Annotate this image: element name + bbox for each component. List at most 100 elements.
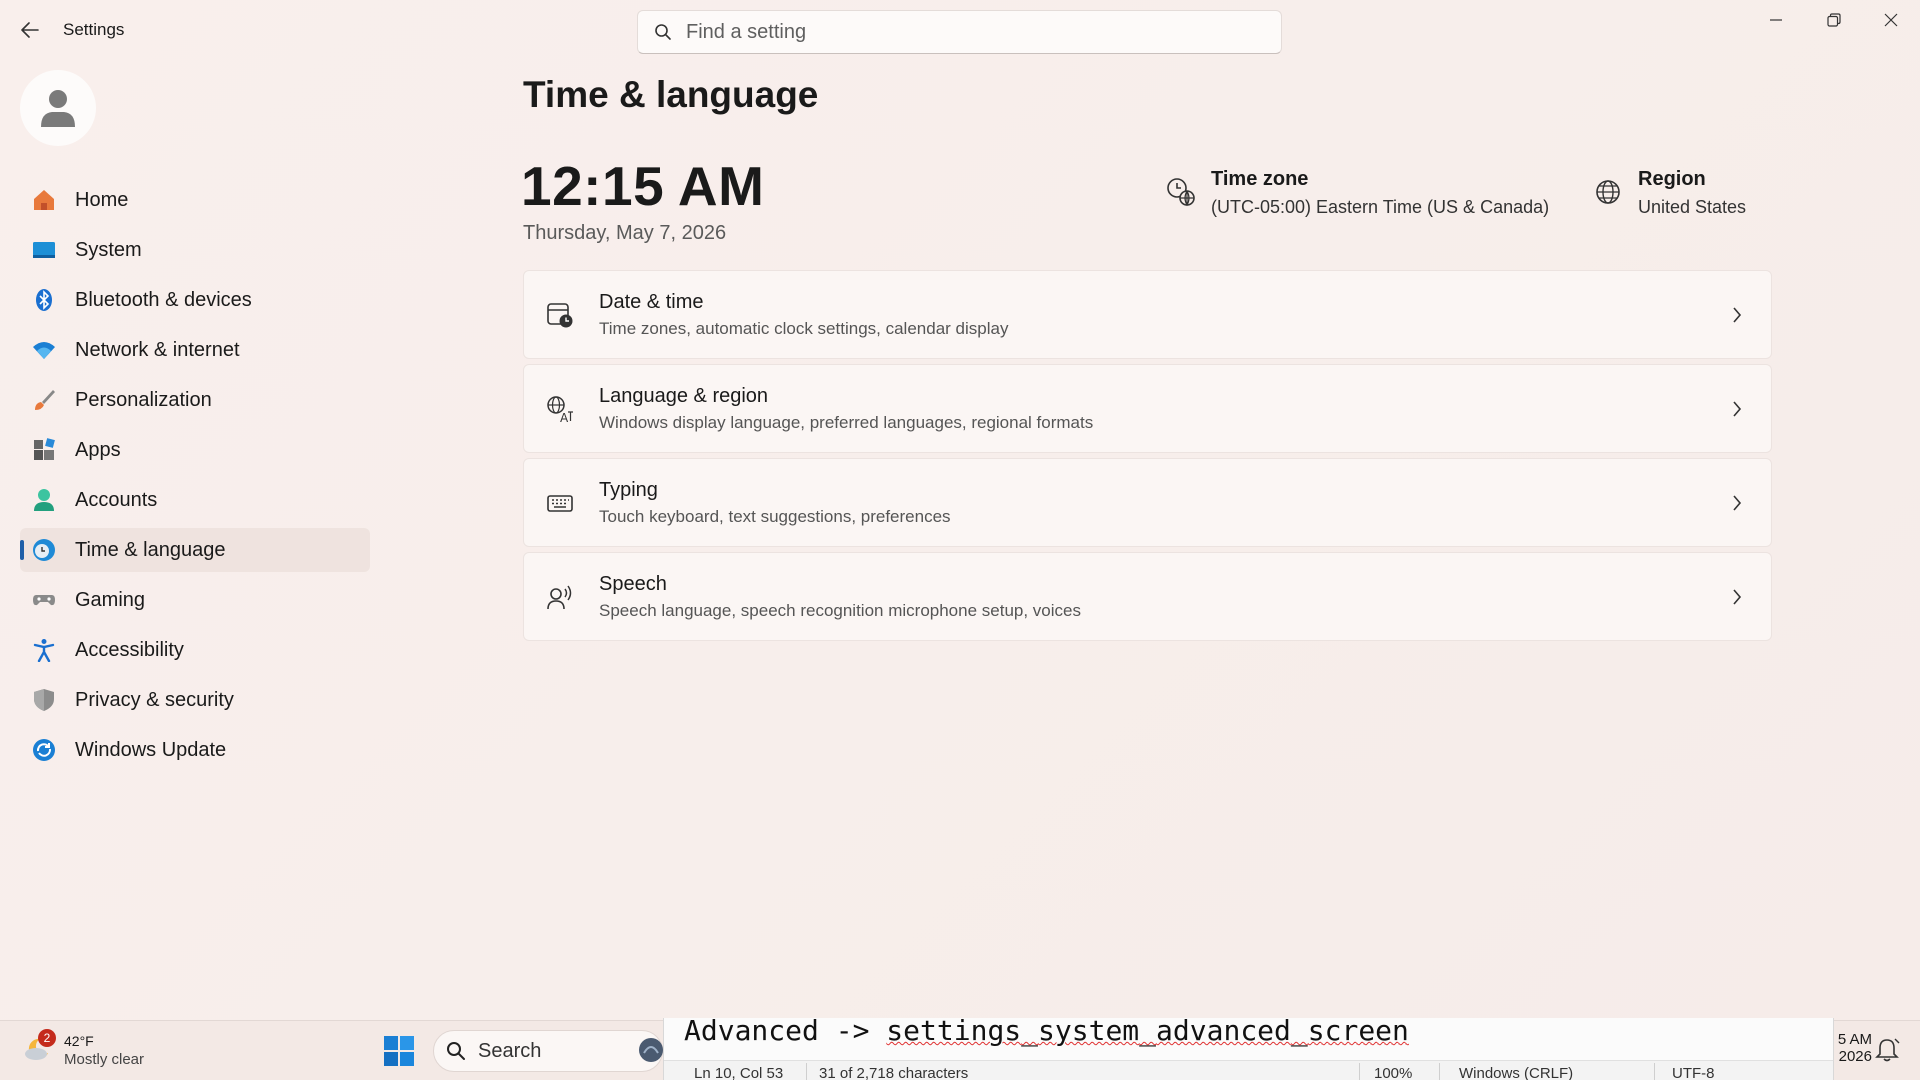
- accounts-icon: [32, 488, 56, 512]
- notepad-word: _: [1290, 1018, 1308, 1047]
- home-icon: [32, 188, 56, 212]
- brush-icon: [32, 388, 56, 412]
- sidebar-nav: Home System Bluetooth & devices Network …: [20, 178, 370, 778]
- weather-widget[interactable]: 2 42°F Mostly clear: [20, 1029, 180, 1073]
- user-avatar[interactable]: [20, 70, 96, 146]
- notepad-overlay[interactable]: Advanced -> settings_system_advanced_scr…: [663, 1018, 1834, 1080]
- card-speech[interactable]: Speech Speech language, speech recogniti…: [523, 552, 1772, 641]
- sidebar-item-label: Privacy & security: [75, 688, 234, 711]
- keyboard-icon: [545, 488, 575, 518]
- timezone-value: (UTC-05:00) Eastern Time (US & Canada): [1211, 197, 1550, 217]
- taskbar-search[interactable]: Search: [433, 1030, 663, 1072]
- notepad-prefix: Advanced ->: [684, 1018, 887, 1047]
- card-date-time[interactable]: Date & time Time zones, automatic clock …: [523, 270, 1772, 359]
- minimize-icon: [1770, 19, 1782, 21]
- person-icon: [41, 90, 75, 127]
- region-value: United States: [1638, 197, 1747, 217]
- sidebar-item-label: Gaming: [75, 588, 146, 611]
- notepad-text-line[interactable]: Advanced -> settings_system_advanced_scr…: [684, 1018, 1409, 1047]
- settings-cards: Date & time Time zones, automatic clock …: [523, 270, 1772, 646]
- sidebar-item-label: System: [75, 238, 142, 261]
- sidebar-item-personalization[interactable]: Personalization: [20, 378, 370, 422]
- time-language-icon: [32, 538, 56, 562]
- taskbar-date: 2026: [1838, 1048, 1872, 1065]
- taskbar-app-icon[interactable]: [636, 1035, 666, 1065]
- close-icon: [1884, 13, 1898, 27]
- language-icon: A: [545, 394, 575, 424]
- card-title: Language & region: [599, 384, 769, 407]
- taskbar-clock[interactable]: 5 AM 2026: [1832, 1031, 1872, 1065]
- svg-text:A: A: [560, 411, 569, 423]
- sidebar-item-label: Windows Update: [75, 738, 227, 761]
- sidebar-item-home[interactable]: Home: [20, 178, 370, 222]
- update-icon: [32, 738, 56, 762]
- weather-temp: 42°F: [64, 1033, 94, 1049]
- accessibility-icon: [32, 638, 56, 662]
- sidebar-item-windows-update[interactable]: Windows Update: [20, 728, 370, 772]
- close-button[interactable]: [1863, 0, 1919, 40]
- taskbar-search-label: Search: [478, 1039, 542, 1062]
- sidebar-item-label: Time & language: [75, 538, 226, 561]
- notepad-word: advanced: [1156, 1018, 1291, 1047]
- current-date: Thursday, May 7, 2026: [523, 222, 727, 244]
- notepad-word: _: [1021, 1018, 1039, 1047]
- search-input[interactable]: [686, 20, 1246, 44]
- restore-icon: [1827, 13, 1841, 27]
- notepad-word: settings: [886, 1018, 1022, 1047]
- shield-icon: [32, 688, 56, 712]
- windows-logo-icon: [384, 1036, 414, 1066]
- card-description: Speech language, speech recognition micr…: [599, 600, 1081, 620]
- current-time: 12:15 AM: [521, 155, 765, 217]
- chevron-right-icon: [1733, 401, 1742, 417]
- chevron-right-icon: [1733, 307, 1742, 323]
- status-characters: 31 of 2,718 characters: [819, 1065, 969, 1080]
- sidebar-item-apps[interactable]: Apps: [20, 428, 370, 472]
- status-encoding: UTF-8: [1672, 1065, 1715, 1080]
- sidebar-item-time-language[interactable]: Time & language: [20, 528, 370, 572]
- timezone-title: Time zone: [1211, 168, 1309, 190]
- card-typing[interactable]: Typing Touch keyboard, text suggestions,…: [523, 458, 1772, 547]
- apps-icon: [32, 438, 56, 462]
- card-description: Windows display language, preferred lang…: [599, 412, 1094, 432]
- search-icon: [447, 1042, 465, 1060]
- weather-moon-icon: 2: [20, 1029, 56, 1065]
- restore-button[interactable]: [1806, 0, 1862, 40]
- sidebar-item-label: Bluetooth & devices: [75, 288, 252, 311]
- globe-icon: [1596, 180, 1620, 204]
- sidebar-item-label: Accessibility: [75, 638, 184, 661]
- app-title: Settings: [63, 20, 125, 39]
- sidebar-item-bluetooth[interactable]: Bluetooth & devices: [20, 278, 370, 322]
- sidebar-item-gaming[interactable]: Gaming: [20, 578, 370, 622]
- region-info: Region United States: [1592, 168, 1746, 218]
- title-bar: Settings: [0, 0, 1920, 62]
- chevron-right-icon: [1733, 495, 1742, 511]
- sidebar-item-label: Accounts: [75, 488, 158, 511]
- back-button[interactable]: [14, 14, 46, 46]
- sidebar-item-network[interactable]: Network & internet: [20, 328, 370, 372]
- status-line-ending: Windows (CRLF): [1459, 1065, 1574, 1080]
- sidebar-item-system[interactable]: System: [20, 228, 370, 272]
- sidebar-item-privacy[interactable]: Privacy & security: [20, 678, 370, 722]
- card-description: Time zones, automatic clock settings, ca…: [599, 318, 1009, 338]
- card-title: Typing: [599, 478, 658, 501]
- region-title: Region: [1638, 168, 1706, 190]
- page-title: Time & language: [523, 74, 819, 115]
- settings-search[interactable]: [637, 10, 1282, 54]
- sidebar-item-label: Home: [75, 188, 129, 211]
- start-button[interactable]: [383, 1035, 415, 1067]
- sidebar-item-accessibility[interactable]: Accessibility: [20, 628, 370, 672]
- weather-badge: 2: [38, 1029, 56, 1047]
- search-icon: [655, 24, 671, 40]
- taskbar-time: 5 AM: [1837, 1031, 1872, 1048]
- card-description: Touch keyboard, text suggestions, prefer…: [599, 506, 951, 526]
- sidebar-item-label: Network & internet: [75, 338, 240, 361]
- system-icon: [32, 238, 56, 262]
- notification-bell-icon[interactable]: [1874, 1037, 1900, 1063]
- chevron-right-icon: [1733, 589, 1742, 605]
- notepad-word: screen: [1307, 1018, 1409, 1047]
- sidebar-item-accounts[interactable]: Accounts: [20, 478, 370, 522]
- timezone-info: Time zone (UTC-05:00) Eastern Time (US &…: [1165, 168, 1549, 218]
- card-language-region[interactable]: A Language & region Windows display lang…: [523, 364, 1772, 453]
- minimize-button[interactable]: [1748, 0, 1804, 40]
- speech-icon: [545, 582, 575, 612]
